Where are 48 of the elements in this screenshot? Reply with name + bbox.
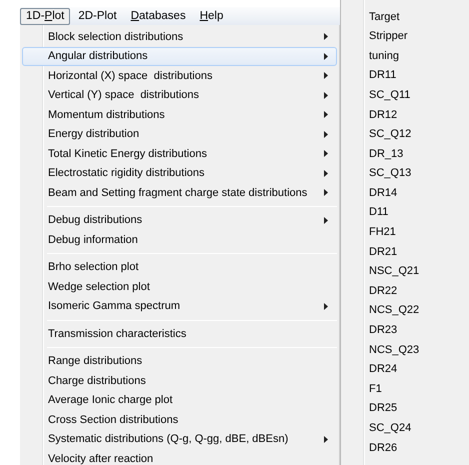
menu-item[interactable]: Debug distributions [22, 210, 337, 230]
submenu-item[interactable]: tuning [369, 48, 399, 64]
submenu-item[interactable]: DR25 [369, 400, 398, 417]
submenu-item[interactable]: SC_Q12 [369, 126, 412, 143]
menu-item[interactable]: Total Kinetic Energy distributions [22, 144, 337, 164]
menu-item[interactable]: Wedge selection plot [22, 277, 337, 296]
submenu-item[interactable]: NCS_Q23 [369, 342, 420, 358]
submenu-item[interactable]: D11 [369, 204, 388, 221]
menu-item[interactable]: Debug information [22, 230, 337, 250]
menu-item[interactable]: Block selection distributions [22, 27, 337, 46]
submenu-item[interactable]: DR12 [369, 106, 398, 124]
submenu-item[interactable]: DR11 [369, 67, 396, 84]
menu-item[interactable]: Charge distributions [22, 371, 337, 390]
submenu-item[interactable]: F1 [369, 380, 382, 398]
menu-tab[interactable]: Help [194, 8, 230, 24]
submenu-item[interactable]: DR21 [369, 244, 398, 260]
submenu-item[interactable]: DR_13 [369, 146, 404, 162]
submenu-item[interactable]: FH21 [369, 224, 396, 241]
menu-item[interactable]: Cross Section distributions [22, 410, 337, 430]
menu-item[interactable]: Energy distribution [22, 124, 337, 144]
menu-item[interactable]: Systematic distributions (Q-g, Q-gg, dBE, dBEsn) [22, 430, 337, 449]
menu-tab[interactable]: Databases [124, 8, 192, 24]
menu-item[interactable]: Velocity after reaction [22, 449, 337, 465]
submenu-item[interactable]: DR26 [369, 440, 398, 456]
submenu-item[interactable]: SC_Q24 [369, 420, 412, 437]
menu-item[interactable]: Brho selection plot [22, 258, 337, 277]
menu-item[interactable]: Transmission characteristics [22, 324, 337, 344]
submenu-item[interactable]: DR23 [369, 322, 398, 339]
submenu-item[interactable]: NCS_Q22 [369, 302, 420, 319]
menu-item[interactable]: Range distributions [22, 352, 337, 371]
submenu-item[interactable]: DR24 [369, 361, 398, 378]
menu-tab[interactable]: 1D-Plot [20, 8, 70, 24]
menu-item[interactable]: Beam and Setting fragment charge state distributions [22, 183, 337, 202]
menu-item[interactable]: Vertical (Y) space distributions [22, 86, 337, 105]
submenu-item[interactable]: SC_Q13 [369, 165, 412, 182]
menu-item[interactable]: Average Ionic charge plot [22, 390, 337, 410]
menu-item[interactable]: Momentum distributions [22, 105, 337, 124]
submenu-item[interactable]: DR14 [369, 184, 398, 202]
submenu-item[interactable]: NSC_Q21 [369, 263, 420, 280]
submenu-item[interactable]: Target [369, 8, 400, 26]
submenu-item[interactable]: SC_Q11 [369, 86, 410, 104]
menu-item[interactable]: Electrostatic rigidity distributions [22, 164, 337, 183]
submenu-item[interactable]: DR22 [369, 282, 398, 300]
submenu-item[interactable]: Stripper [369, 28, 408, 45]
menu-item[interactable]: Horizontal (X) space distributions [22, 66, 337, 86]
menu-item[interactable]: Isomeric Gamma spectrum [22, 296, 337, 316]
menu-item[interactable]: Angular distributions [22, 46, 337, 66]
menu-tab[interactable]: 2D-Plot [72, 8, 123, 24]
